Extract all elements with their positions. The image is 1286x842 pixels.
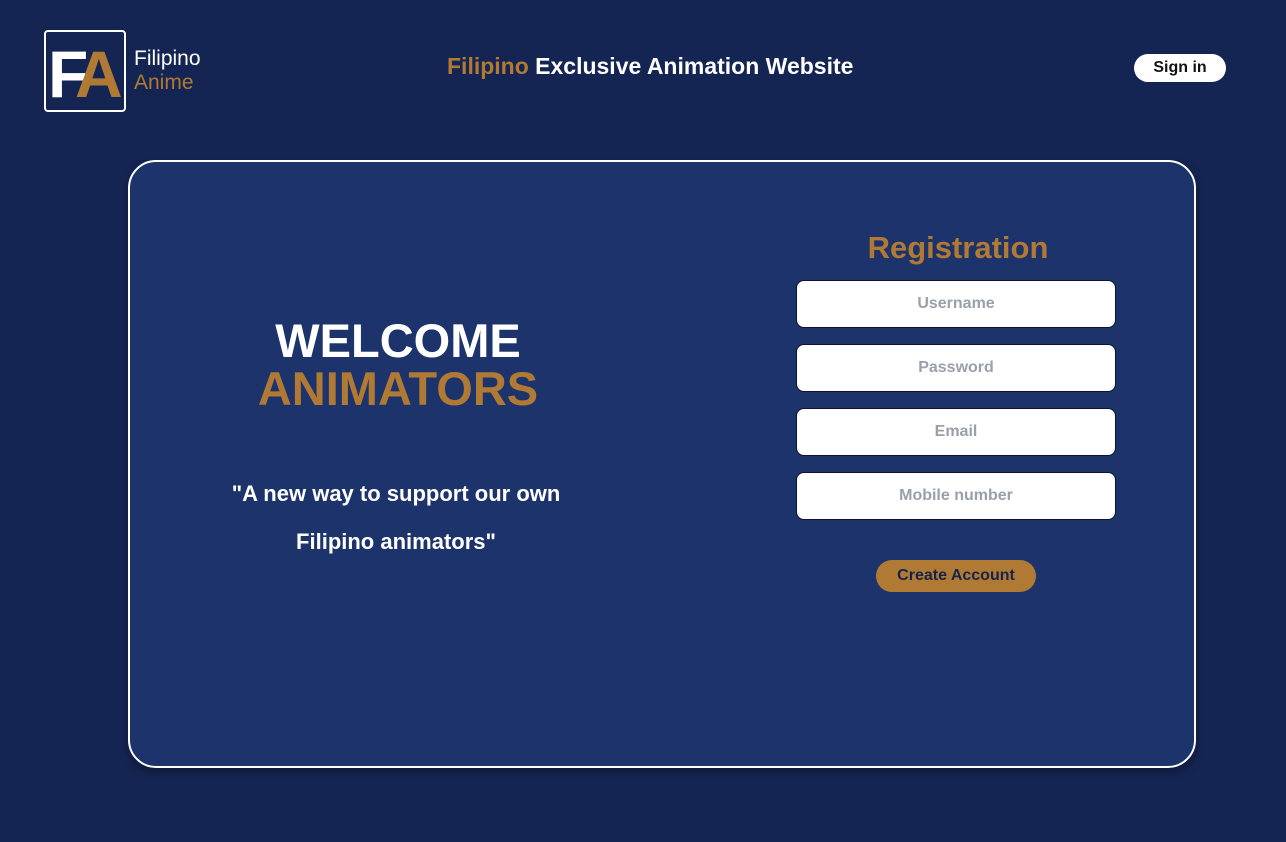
sign-in-button[interactable]: Sign in: [1134, 54, 1226, 82]
username-field[interactable]: [796, 280, 1116, 328]
logo[interactable]: F A: [44, 30, 126, 112]
site-title-accent: Filipino: [447, 53, 529, 79]
welcome-heading: WELCOME: [275, 314, 521, 367]
logo-wordmark: Filipino Anime: [134, 47, 201, 95]
logo-letter-a: A: [75, 37, 123, 111]
mobile-number-field[interactable]: [796, 472, 1116, 520]
logo-wordmark-line1: Filipino: [134, 47, 201, 70]
site-title: Filipino Exclusive Animation Website: [447, 51, 887, 81]
welcome-subheading: ANIMATORS: [257, 362, 539, 415]
tagline: "A new way to support our own Filipino a…: [231, 481, 561, 554]
create-account-button[interactable]: Create Account: [876, 560, 1036, 592]
logo-wordmark-line2: Anime: [134, 71, 194, 94]
password-field[interactable]: [796, 344, 1116, 392]
site-title-rest: Exclusive Animation Website: [535, 53, 854, 79]
registration-card: WELCOME ANIMATORS "A new way to support …: [128, 160, 1196, 768]
registration-title: Registration: [867, 230, 1049, 265]
email-field[interactable]: [796, 408, 1116, 456]
